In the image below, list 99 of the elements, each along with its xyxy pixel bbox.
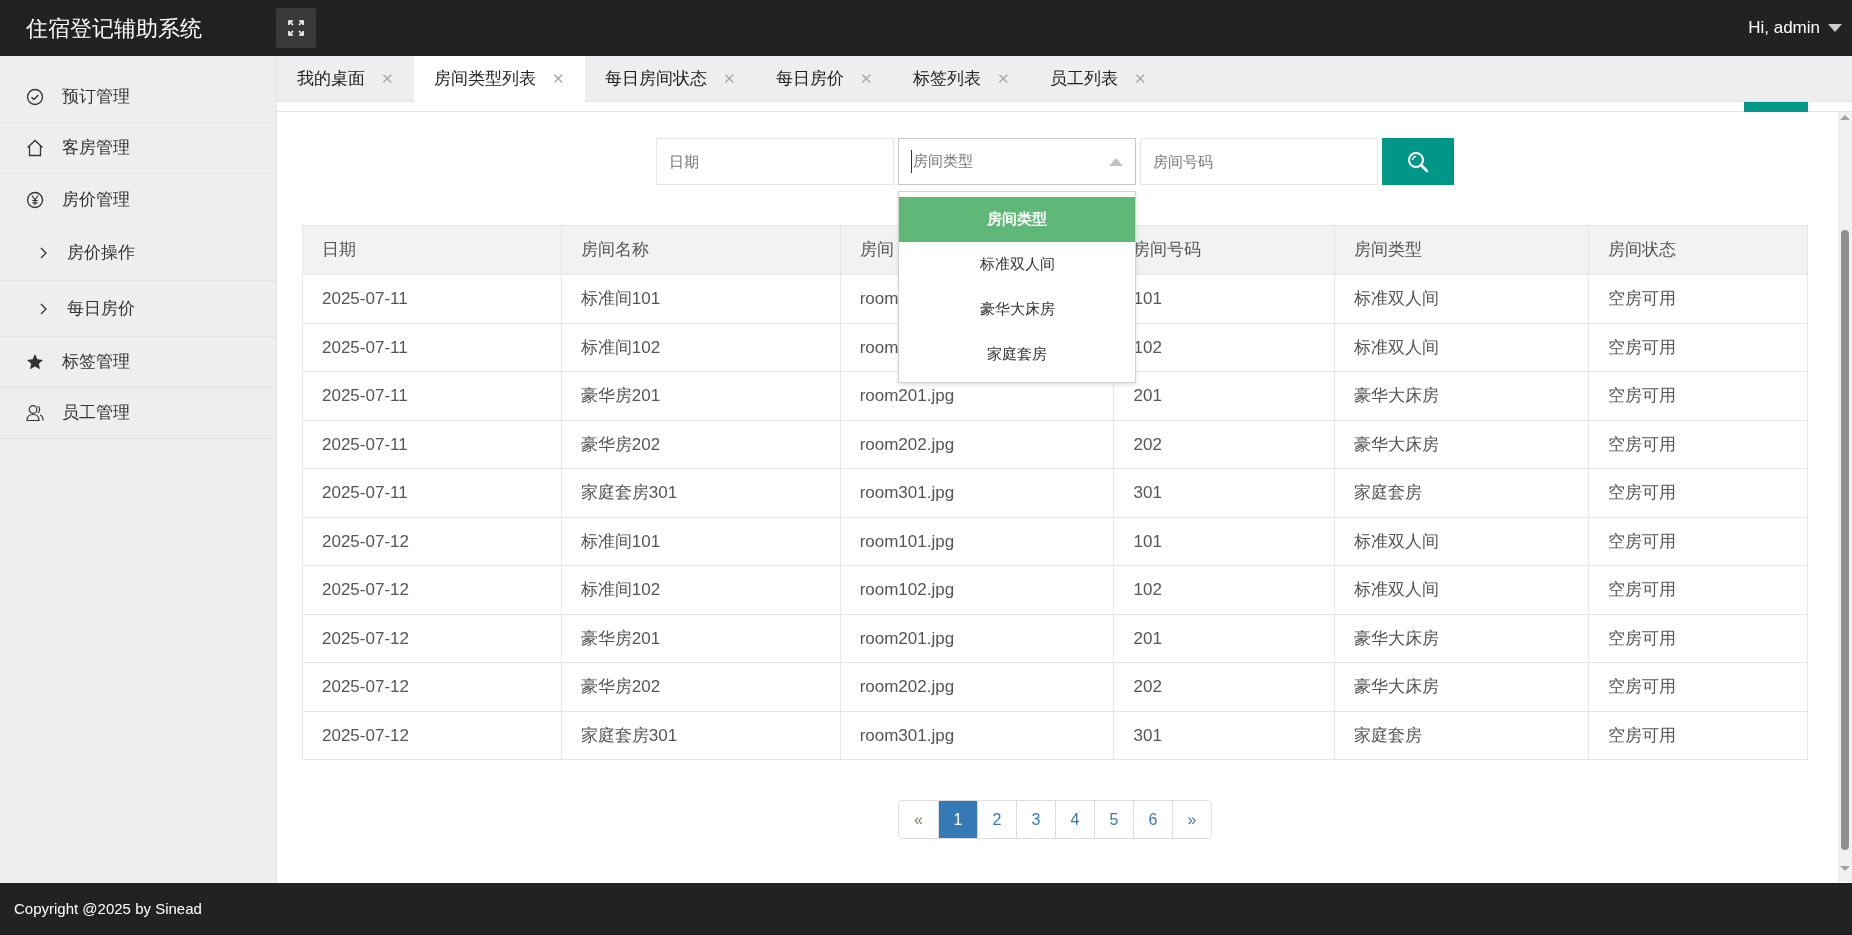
sidebar-item[interactable]: 标签管理: [0, 337, 276, 388]
table-cell: 2025-07-11: [302, 323, 562, 372]
table-cell: 标准间101: [561, 274, 841, 323]
table-cell: 空房可用: [1588, 614, 1808, 663]
table-cell: 空房可用: [1588, 274, 1808, 323]
sidebar-item[interactable]: 员工管理: [0, 388, 276, 439]
table-cell: 空房可用: [1588, 323, 1808, 372]
table-cell: 102: [1114, 565, 1335, 614]
table-cell: 空房可用: [1588, 468, 1808, 517]
table-cell: 2025-07-11: [302, 274, 562, 323]
table-cell: 标准双人间: [1334, 323, 1589, 372]
check-circle-icon: [26, 88, 44, 106]
table-cell: 202: [1114, 420, 1335, 469]
table-cell: 2025-07-12: [302, 662, 562, 711]
table-cell: 301: [1114, 468, 1335, 517]
sidebar-item[interactable]: 客房管理: [0, 123, 276, 174]
table-cell: room102.jpg: [840, 565, 1114, 614]
chevron-right-icon: [40, 246, 47, 259]
yen-circle-icon: [26, 190, 44, 209]
table-cell: 豪华房202: [561, 420, 841, 469]
table-cell: 家庭套房301: [561, 711, 841, 760]
sidebar-item[interactable]: 预订管理: [0, 72, 276, 123]
table-cell: 标准间101: [561, 517, 841, 566]
table-cell: 空房可用: [1588, 662, 1808, 711]
table-cell: 空房可用: [1588, 420, 1808, 469]
sidebar-subitem[interactable]: 每日房价: [0, 281, 276, 337]
table-cell: 标准双人间: [1334, 517, 1589, 566]
tab-label: 每日房间状态: [605, 68, 707, 91]
table-cell: 豪华房201: [561, 371, 841, 420]
table-cell: room201.jpg: [840, 614, 1114, 663]
tab[interactable]: 员工列表 ✕: [1030, 56, 1167, 102]
table-cell: 空房可用: [1588, 711, 1808, 760]
table-cell: 豪华大床房: [1334, 662, 1589, 711]
tab-label: 我的桌面: [297, 68, 365, 91]
search-button[interactable]: [1382, 138, 1454, 185]
search-icon: [1407, 150, 1429, 173]
table-cell: 标准间102: [561, 565, 841, 614]
table-cell: 101: [1114, 517, 1335, 566]
date-field[interactable]: 日期: [656, 138, 894, 185]
users-icon: [26, 404, 44, 422]
table-cell: 201: [1114, 614, 1335, 663]
table-cell: 豪华大床房: [1334, 420, 1589, 469]
table-cell: 301: [1114, 711, 1335, 760]
table-cell: 标准双人间: [1334, 274, 1589, 323]
scrollbar-drawing[interactable]: [1838, 112, 1852, 882]
sidebar-subitem[interactable]: 房价操作: [0, 225, 276, 281]
app-title: 住宿登记辅助系统: [26, 14, 203, 43]
tab-label: 房间类型列表: [434, 68, 536, 91]
tab-label: 每日房价: [776, 68, 844, 91]
table-cell: 2025-07-12: [302, 614, 562, 663]
table-cell: 空房可用: [1588, 517, 1808, 566]
table-cell: room101.jpg: [840, 517, 1114, 566]
tab[interactable]: 房间类型列表 ✕: [414, 56, 585, 102]
caret-icon: [1828, 24, 1842, 32]
home-icon: [26, 139, 44, 157]
tab[interactable]: 每日房间状态 ✕: [585, 56, 756, 102]
table-cell: 豪华大床房: [1334, 614, 1589, 663]
tab[interactable]: 每日房价 ✕: [756, 56, 893, 102]
star-icon: [26, 353, 44, 371]
tab[interactable]: 标签列表 ✕: [893, 56, 1030, 102]
page-button[interactable]: 1: [938, 801, 977, 838]
table-cell: 家庭套房: [1334, 711, 1589, 760]
table-cell: 空房可用: [1588, 565, 1808, 614]
tab[interactable]: 我的桌面 ✕: [277, 56, 414, 102]
table-cell: 2025-07-12: [302, 711, 562, 760]
table-cell: 2025-07-12: [302, 565, 562, 614]
next-page-button[interactable]: »: [1172, 801, 1211, 838]
column-header: 日期: [302, 225, 562, 275]
table-cell: 202: [1114, 662, 1335, 711]
column-header: 房间类型: [1334, 225, 1589, 275]
footer-text: Copyright @2025 by Sinead: [0, 883, 1852, 935]
table-cell: 2025-07-11: [302, 468, 562, 517]
room-number-field[interactable]: 房间号码: [1140, 138, 1378, 185]
table-cell: 豪华房202: [561, 662, 841, 711]
fullscreen-icon: [288, 20, 304, 36]
column-header: 房间名称: [561, 225, 841, 275]
table-cell: 标准双人间: [1334, 565, 1589, 614]
tab-label: 员工列表: [1050, 68, 1118, 91]
chevron-right-icon: [40, 302, 47, 315]
sidebar-item[interactable]: 房价管理: [0, 174, 276, 225]
tab-label: 标签列表: [913, 68, 981, 91]
table-cell: 家庭套房301: [561, 468, 841, 517]
table-cell: room301.jpg: [840, 711, 1114, 760]
table-cell: room202.jpg: [840, 420, 1114, 469]
table-cell: 2025-07-11: [302, 371, 562, 420]
table-cell: 2025-07-12: [302, 517, 562, 566]
table-cell: 豪华房201: [561, 614, 841, 663]
table-cell: 空房可用: [1588, 371, 1808, 420]
user-menu[interactable]: Hi, admin: [1748, 15, 1842, 41]
table-cell: 豪华大床房: [1334, 371, 1589, 420]
table-cell: room301.jpg: [840, 468, 1114, 517]
caret-icon: [1109, 157, 1123, 166]
table-cell: 201: [1114, 371, 1335, 420]
table-cell: 家庭套房: [1334, 468, 1589, 517]
table-cell: 2025-07-11: [302, 420, 562, 469]
column-header: 房间状态: [1588, 225, 1808, 275]
table-cell: 标准间102: [561, 323, 841, 372]
table-cell: room202.jpg: [840, 662, 1114, 711]
fullscreen-button[interactable]: [276, 8, 316, 48]
